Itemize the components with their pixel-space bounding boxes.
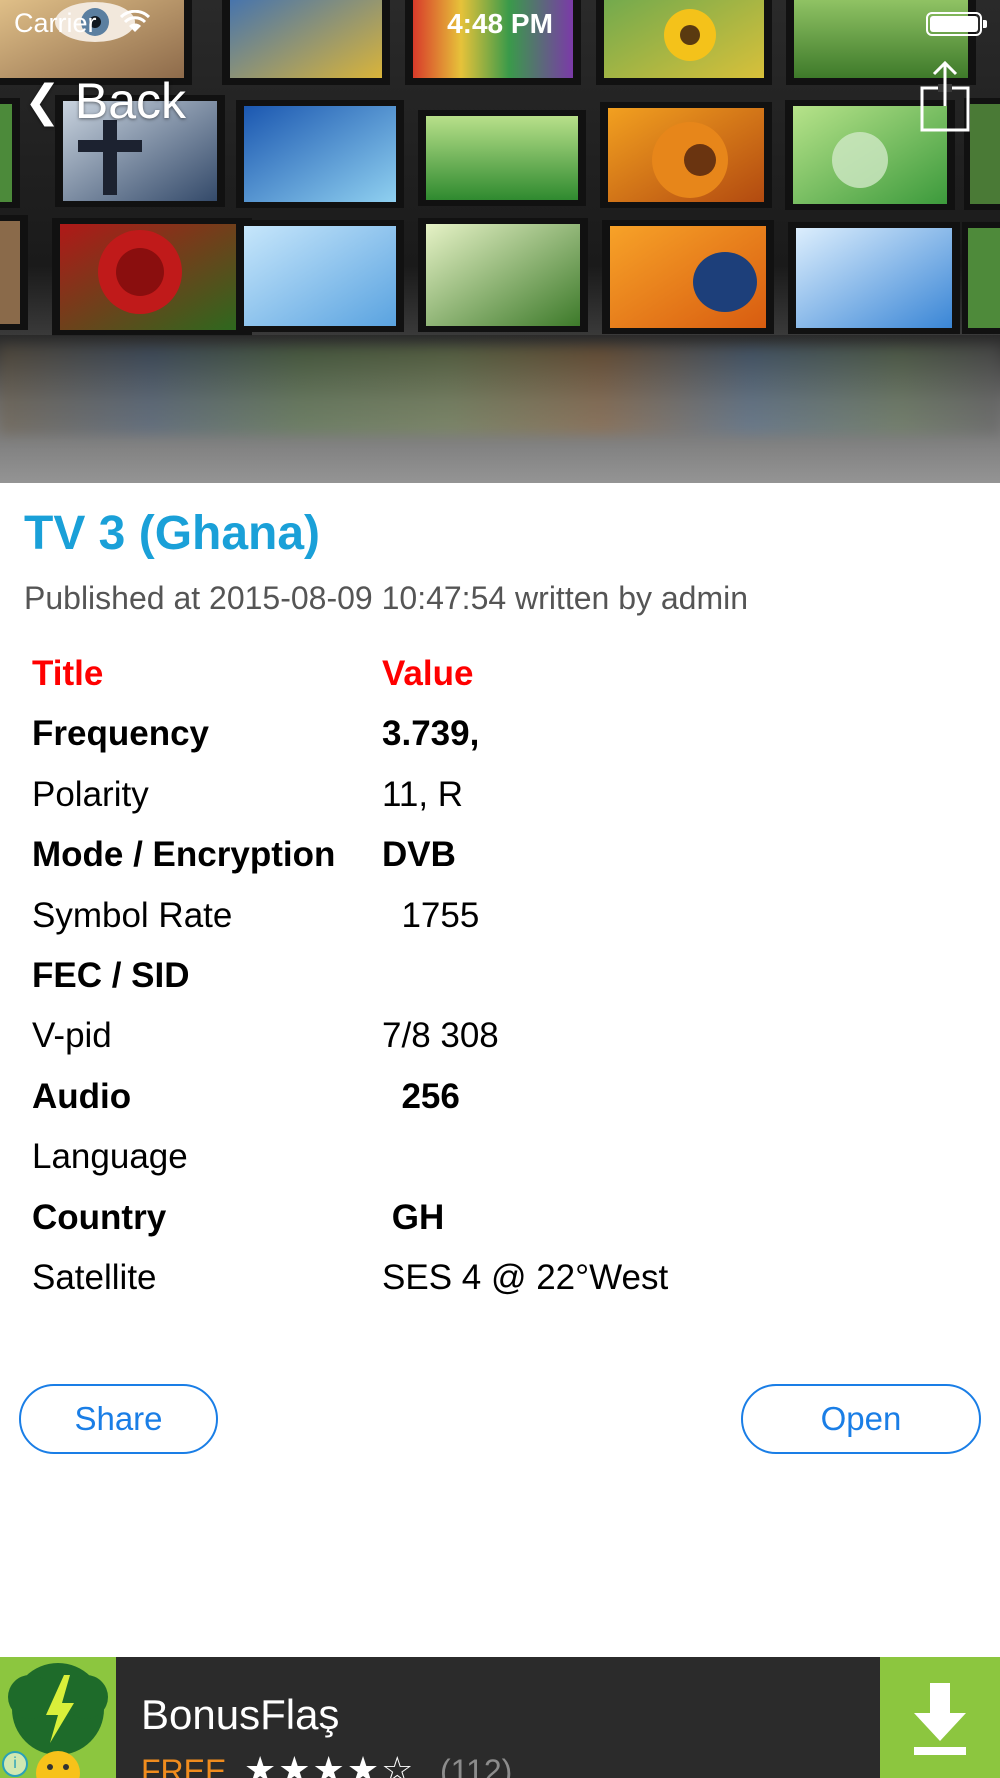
table-row: FEC / SID	[32, 948, 932, 1008]
table-row: Country GH	[32, 1190, 932, 1250]
row-title: V-pid	[32, 1016, 112, 1056]
row-title: FEC / SID	[32, 955, 190, 995]
page-title: TV 3 (Ghana)	[24, 507, 321, 560]
channel-details-table: Title Value Frequency 3.739, Polarity 11…	[32, 646, 932, 1310]
share-icon[interactable]	[918, 58, 972, 134]
ad-title: BonusFlaş	[141, 1691, 340, 1738]
star-rating: ★★★★☆	[244, 1749, 416, 1778]
row-value: 1755	[382, 895, 480, 935]
row-title: Frequency	[32, 714, 209, 754]
header-title: Title	[32, 654, 104, 693]
header-value: Value	[382, 654, 474, 693]
status-time: 4:48 PM	[447, 8, 553, 39]
row-value: GH	[382, 1197, 445, 1237]
table-row: Mode / Encryption DVB	[32, 827, 932, 887]
table-row: Frequency 3.739,	[32, 706, 932, 766]
row-value: 11, R	[382, 774, 464, 814]
status-bar: Carrier 4:48 PM	[0, 0, 1000, 50]
table-row: Satellite SES 4 @ 22°West	[32, 1250, 932, 1310]
row-value: DVB	[382, 835, 456, 875]
ad-banner[interactable]: i BonusFlaş FREE ★★★★☆ (112)	[0, 1657, 1000, 1778]
row-value: 7/8 308	[382, 1016, 499, 1056]
row-title: Polarity	[32, 774, 149, 814]
hero-image: Carrier 4:48 PM ❮ Back	[0, 0, 1000, 483]
chevron-left-icon: ❮	[24, 76, 61, 126]
row-title: Satellite	[32, 1257, 157, 1297]
share-button[interactable]: Share	[19, 1384, 218, 1454]
back-label: Back	[74, 73, 187, 129]
open-button[interactable]: Open	[741, 1384, 981, 1454]
download-button[interactable]	[880, 1657, 1000, 1778]
table-header: Title Value	[32, 646, 932, 706]
row-title: Audio	[32, 1076, 132, 1116]
table-row: Polarity 11, R	[32, 767, 932, 827]
battery-icon	[926, 12, 987, 36]
publish-meta: Published at 2015-08-09 10:47:54 written…	[24, 580, 749, 616]
ad-price: FREE	[141, 1753, 227, 1778]
row-title: Country	[32, 1197, 167, 1237]
table-row: Language	[32, 1129, 932, 1189]
row-value: 3.739,	[382, 714, 480, 754]
download-icon	[914, 1683, 966, 1755]
rating-count: (112)	[440, 1753, 513, 1778]
table-row: Audio 256	[32, 1069, 932, 1129]
floor-color-reflection	[0, 345, 1000, 435]
back-button[interactable]: ❮ Back	[24, 72, 186, 130]
table-row: Symbol Rate 1755	[32, 888, 932, 948]
ad-app-icon: i	[0, 1657, 116, 1778]
info-icon[interactable]: i	[2, 1751, 28, 1777]
row-title: Symbol Rate	[32, 895, 233, 935]
row-value: SES 4 @ 22°West	[382, 1257, 669, 1297]
row-value: 256	[382, 1076, 460, 1116]
row-title: Mode / Encryption	[32, 835, 336, 875]
table-row: V-pid 7/8 308	[32, 1008, 932, 1068]
row-title: Language	[32, 1137, 188, 1177]
